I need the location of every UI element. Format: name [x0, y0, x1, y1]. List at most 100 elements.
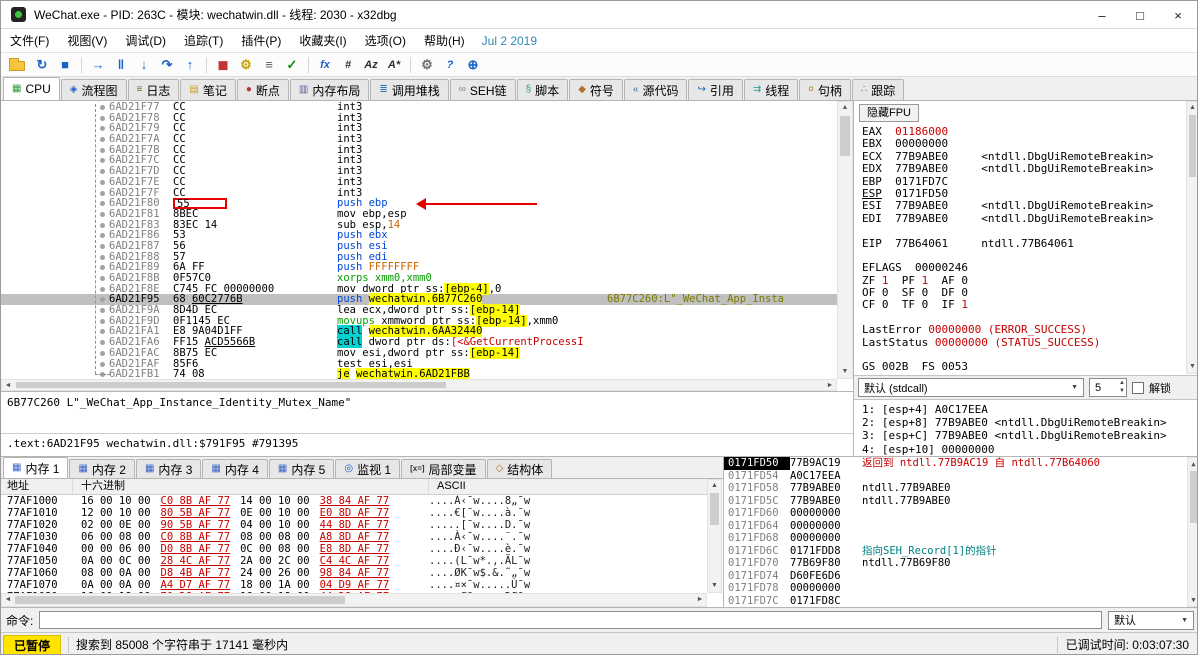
stack-row[interactable]: 0171FD7C 0171FD8C [724, 595, 1197, 608]
tab-locals[interactable]: [x=] 局部变量 [401, 459, 486, 478]
tab-dump-1[interactable]: ▦ 内存 1 [3, 457, 69, 478]
disasm-row[interactable]: 6AD21FAC 8B75 EC mov esi,dword ptr ss:[ebp… [1, 346, 837, 359]
tab-breakpoints[interactable]: ● 断点 [236, 79, 289, 100]
scroll-up-icon[interactable]: ▲ [838, 102, 852, 114]
tab-source[interactable]: «源代码 [623, 79, 688, 100]
menu-item[interactable]: 调试(D) [116, 31, 175, 51]
preferences-gear-icon[interactable]: ⚙ [416, 55, 438, 75]
breakpoint-dot[interactable] [97, 359, 109, 370]
dump-row[interactable]: 77AF1070 0A 00 0A 00 A4 D7 AF 77 18 00 1A 0… [1, 579, 707, 591]
find-icon[interactable]: A* [383, 55, 405, 75]
run-to-return-icon[interactable]: ↑ [179, 55, 201, 75]
maximize-button[interactable]: □ [1121, 1, 1159, 29]
tab-watch-1[interactable]: ◎ 监视 1 [335, 459, 401, 478]
breakpoint-dot[interactable] [97, 188, 109, 199]
stack-row[interactable]: 0171FD6C 0171FDD8 指向SEH_Record[1]的指针 [724, 545, 1197, 558]
stack-row[interactable]: 0171FD58 77B9ABE0 ntdll.77B9ABE0 [724, 482, 1197, 495]
registers-vscrollbar[interactable]: ▲ ▼ [1186, 101, 1197, 374]
stepper-arrows[interactable]: ▲ ▼ [1119, 379, 1125, 395]
menu-item[interactable]: 收藏夹(I) [290, 31, 355, 51]
scroll-thumb[interactable] [1190, 471, 1197, 523]
menu-item[interactable]: 文件(F) [1, 31, 58, 51]
trace-record-icon[interactable]: ◼ [212, 55, 234, 75]
dump-row[interactable]: 77AF1060 08 00 0A 00 D8 4B AF 77 24 00 26 0… [1, 567, 707, 579]
stop-icon[interactable]: ■ [54, 55, 76, 75]
scroll-right-icon[interactable]: ► [694, 594, 706, 606]
dump-hscrollbar[interactable]: ◄ ► [1, 593, 707, 607]
scroll-down-icon[interactable]: ▼ [1188, 594, 1197, 606]
breakpoint-dot[interactable] [97, 123, 109, 134]
tab-cpu[interactable]: ▦ CPU [3, 77, 60, 100]
minimize-button[interactable]: – [1083, 1, 1121, 29]
tab-threads[interactable]: ⇉ 线程 [743, 79, 799, 100]
stack-row[interactable]: 0171FD5C 77B9ABE0 ntdll.77B9ABE0 [724, 495, 1197, 508]
tab-dump-3[interactable]: ▦ 内存 3 [135, 459, 202, 478]
help-icon[interactable]: ? [439, 55, 461, 75]
menu-item[interactable]: 选项(O) [356, 31, 415, 51]
disasm-row[interactable]: 6AD21F81 8BEC mov ebp,esp [1, 209, 837, 220]
tab-graph[interactable]: ◈ 流程图 [60, 79, 127, 100]
dump-row[interactable]: 77AF1050 0A 00 0C 00 28 4C AF 77 2A 00 2C 0… [1, 555, 707, 567]
tab-dump-4[interactable]: ▦ 内存 4 [202, 459, 268, 478]
tab-script[interactable]: § 脚本 [516, 79, 569, 100]
dump-row[interactable]: 77AF1000 16 00 10 00 C0 8B AF 77 14 00 10 0… [1, 495, 707, 507]
stack-row[interactable]: 0171FD60 00000000 [724, 507, 1197, 520]
breakpoint-dot[interactable] [97, 348, 109, 359]
tab-dump-2[interactable]: ▦ 内存 2 [69, 459, 135, 478]
scroll-up-icon[interactable]: ▲ [1187, 102, 1197, 114]
patch-check-icon[interactable]: ✓ [281, 55, 303, 75]
restart-icon[interactable]: ↻ [31, 55, 53, 75]
tab-seh[interactable]: ∞ SEH链 [449, 79, 516, 100]
run-icon[interactable]: → [87, 55, 109, 75]
case-icon[interactable]: Az [360, 55, 382, 75]
breakpoint-dot[interactable] [97, 166, 109, 177]
tab-references[interactable]: ↪ 引用 [688, 79, 743, 100]
breakpoint-dot[interactable] [97, 134, 109, 145]
scroll-thumb[interactable] [15, 596, 345, 604]
stack-row[interactable]: 0171FD64 00000000 [724, 520, 1197, 533]
stack-row[interactable]: 0171FD54 A0C17EEA [724, 470, 1197, 483]
unlock-checkbox[interactable] [1132, 381, 1144, 394]
tab-symbols[interactable]: ◆ 符号 [569, 79, 623, 100]
scroll-down-icon[interactable]: ▼ [1187, 361, 1197, 373]
calling-convention-dropdown[interactable]: 默认 (stdcall) ▼ [858, 378, 1084, 397]
stack-row[interactable]: 0171FD74 D60FE6D6 [724, 570, 1197, 583]
stack-row[interactable]: 0171FD68 00000000 [724, 532, 1197, 545]
stack-vscrollbar[interactable]: ▲ ▼ [1187, 457, 1197, 607]
pause-icon[interactable]: ‖ [110, 55, 132, 75]
dump-row[interactable]: 77AF1020 02 00 0E 00 90 5B AF 77 04 00 10 0… [1, 519, 707, 531]
breakpoint-dot[interactable] [97, 145, 109, 156]
breakpoint-dot[interactable] [97, 113, 109, 124]
stepper-down-icon[interactable]: ▼ [1119, 387, 1125, 395]
breakpoint-dot[interactable] [97, 305, 109, 316]
disasm-vscrollbar[interactable]: ▲ ▼ [837, 101, 853, 379]
tab-handles[interactable]: ¤ 句柄 [799, 79, 851, 100]
breakpoint-dot[interactable] [97, 252, 109, 263]
stack-row[interactable]: 0171FD78 00000000 [724, 582, 1197, 595]
scroll-thumb[interactable] [16, 382, 446, 388]
tab-trace[interactable]: ∴ 跟踪 [851, 79, 905, 100]
breakpoint-dot[interactable] [97, 198, 109, 209]
scroll-down-icon[interactable]: ▼ [838, 366, 852, 378]
disasm-row[interactable]: 6AD21F7E CC int3 [1, 176, 837, 188]
world-icon[interactable]: ⊕ [462, 55, 484, 75]
step-over-icon[interactable]: ↷ [156, 55, 178, 75]
step-into-icon[interactable]: ↓ [133, 55, 155, 75]
open-file-icon[interactable] [9, 58, 25, 71]
breakpoint-dot[interactable] [97, 177, 109, 188]
menu-item[interactable]: 帮助(H) [415, 31, 474, 51]
tab-log[interactable]: ≡ 日志 [127, 79, 180, 100]
dump-vscrollbar[interactable]: ▲ ▼ [707, 479, 722, 593]
tab-memory-map[interactable]: ▥ 内存布局 [289, 79, 370, 100]
scroll-left-icon[interactable]: ◄ [2, 594, 14, 606]
command-input[interactable] [39, 611, 1102, 629]
scroll-up-icon[interactable]: ▲ [1188, 458, 1197, 470]
hide-fpu-button[interactable]: 隐藏FPU [859, 104, 919, 122]
dump-row[interactable]: 77AF1030 06 00 08 00 C0 8B AF 77 08 00 08 0… [1, 531, 707, 543]
scroll-thumb[interactable] [1189, 115, 1196, 177]
breakpoint-dot[interactable] [97, 209, 109, 220]
breakpoint-dot[interactable] [97, 220, 109, 231]
menu-item[interactable]: 视图(V) [58, 31, 116, 51]
menu-item[interactable]: 插件(P) [232, 31, 290, 51]
scroll-up-icon[interactable]: ▲ [708, 480, 721, 492]
